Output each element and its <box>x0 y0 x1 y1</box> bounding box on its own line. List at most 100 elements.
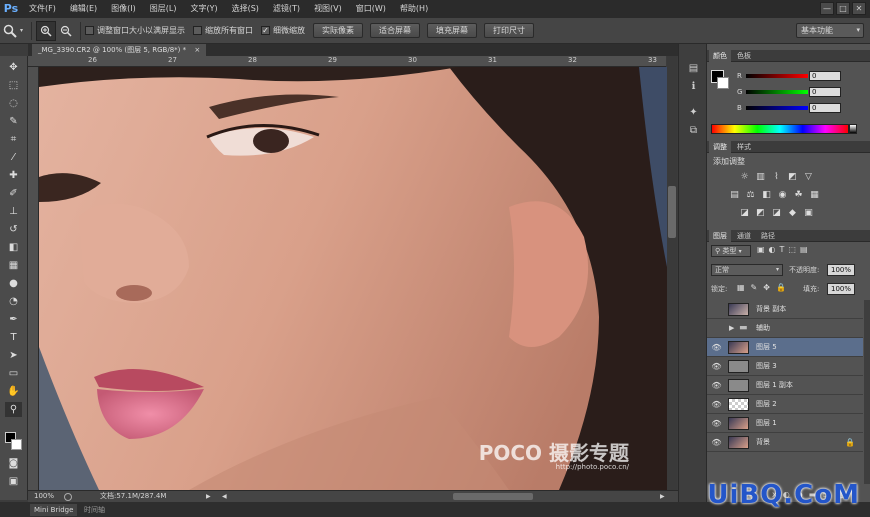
resize-windows-checkbox[interactable]: 调整窗口大小以满屏显示 <box>85 25 185 36</box>
path-select-tool-icon[interactable]: ➤ <box>5 348 22 363</box>
green-slider[interactable]: G 0 <box>737 87 867 97</box>
screen-mode-icon[interactable]: ▣ <box>5 474 22 489</box>
layer-row[interactable]: 👁 背景 🔒 <box>707 433 863 452</box>
gradient-map-icon[interactable]: ▣ <box>803 208 814 219</box>
expand-arrow-icon[interactable]: ▶ <box>729 319 734 338</box>
crop-tool-icon[interactable]: ⌗ <box>5 132 22 147</box>
visibility-toggle-off[interactable] <box>711 304 722 315</box>
scrubby-zoom-checkbox[interactable]: ✓ 细微缩放 <box>261 25 305 36</box>
background-color-chip[interactable] <box>717 77 729 89</box>
background-color-swatch[interactable] <box>11 439 22 450</box>
clone-source-panel-icon[interactable]: ⧉ <box>686 124 701 137</box>
eyedropper-tool-icon[interactable]: ⁄ <box>5 150 22 165</box>
zoom-in-icon[interactable] <box>36 20 57 41</box>
preset-dropdown-arrow-icon[interactable]: ▾ <box>20 27 23 34</box>
fit-screen-button[interactable]: 适合屏幕 <box>370 23 421 38</box>
red-track[interactable] <box>746 74 808 78</box>
menu-edit[interactable]: 编辑(E) <box>63 0 104 18</box>
gradient-tool-icon[interactable]: ▦ <box>5 258 22 273</box>
document-tab[interactable]: _MG_3390.CR2 @ 100% (图层 5, RGB/8*) * × <box>32 44 207 56</box>
quick-select-tool-icon[interactable]: ✎ <box>5 114 22 129</box>
eye-icon[interactable]: 👁 <box>711 380 722 391</box>
pen-tool-icon[interactable]: ✒ <box>5 312 22 327</box>
levels-icon[interactable]: ▥ <box>755 172 766 183</box>
status-arrow-icon[interactable]: ▶ <box>206 491 211 502</box>
red-value[interactable]: 0 <box>809 71 841 81</box>
blue-slider[interactable]: B 0 <box>737 103 867 113</box>
actual-pixels-button[interactable]: 实际像素 <box>313 23 364 38</box>
visibility-toggle-off[interactable] <box>711 323 722 334</box>
lock-icons[interactable]: ▦✎✥🔒 <box>737 283 792 292</box>
horizontal-scrollbar-thumb[interactable] <box>453 493 533 500</box>
fill-input[interactable]: 100% <box>827 283 855 295</box>
layer-row-selected[interactable]: 👁 图层 5 <box>707 338 863 357</box>
eye-icon[interactable]: 👁 <box>711 418 722 429</box>
checkbox-box[interactable] <box>85 26 95 35</box>
red-slider[interactable]: R 0 <box>737 71 867 81</box>
type-tool-icon[interactable]: T <box>5 330 22 345</box>
tab-close-icon[interactable]: × <box>194 46 200 54</box>
color-lookup-icon[interactable]: ▦ <box>809 190 820 201</box>
eye-icon[interactable]: 👁 <box>711 361 722 372</box>
history-panel-icon[interactable]: ▤ <box>686 62 701 75</box>
menu-view[interactable]: 视图(V) <box>307 0 349 18</box>
selective-color-icon[interactable]: ◆ <box>787 208 798 219</box>
layer-row[interactable]: 👁 图层 1 <box>707 414 863 433</box>
healing-brush-tool-icon[interactable]: ✚ <box>5 168 22 183</box>
layer-row[interactable]: 👁 图层 2 <box>707 395 863 414</box>
zoom-tool-icon[interactable]: ⚲ <box>5 402 22 417</box>
layers-scrollbar[interactable] <box>864 300 870 484</box>
layer-row[interactable]: 👁 图层 1 副本 <box>707 376 863 395</box>
black-white-ramp[interactable] <box>849 124 857 134</box>
close-button[interactable]: ✕ <box>852 2 866 15</box>
menu-filter[interactable]: 滤镜(T) <box>266 0 307 18</box>
brightness-icon[interactable]: ☼ <box>739 172 750 183</box>
layer-filter-icons[interactable]: ▣◐T⬚▤ <box>757 245 812 254</box>
menu-window[interactable]: 窗口(W) <box>349 0 393 18</box>
menu-image[interactable]: 图像(I) <box>104 0 143 18</box>
menu-type[interactable]: 文字(Y) <box>183 0 224 18</box>
vertical-scrollbar[interactable] <box>667 56 677 490</box>
minimize-button[interactable]: — <box>820 2 834 15</box>
scroll-left-icon[interactable]: ◀ <box>222 491 227 502</box>
checkbox-box-checked[interactable]: ✓ <box>261 26 271 35</box>
history-brush-tool-icon[interactable]: ↺ <box>5 222 22 237</box>
exposure-icon[interactable]: ◩ <box>787 172 798 183</box>
threshold-icon[interactable]: ◪ <box>771 208 782 219</box>
menu-select[interactable]: 选择(S) <box>225 0 266 18</box>
hue-saturation-icon[interactable]: ▤ <box>729 190 740 201</box>
zoom-tool-preset-icon[interactable] <box>0 21 20 41</box>
shape-tool-icon[interactable]: ▭ <box>5 366 22 381</box>
layer-filter-kind[interactable]: ⚲ 类型 ▾ <box>711 245 751 257</box>
hand-tool-icon[interactable]: ✋ <box>5 384 22 399</box>
blur-tool-icon[interactable]: ● <box>5 276 22 291</box>
green-track[interactable] <box>746 90 808 94</box>
menu-layer[interactable]: 图层(L) <box>143 0 184 18</box>
checkbox-box[interactable] <box>193 26 203 35</box>
mini-bridge-tab[interactable]: Mini Bridge <box>30 504 78 516</box>
timeline-tab[interactable]: 时间轴 <box>80 504 109 516</box>
posterize-icon[interactable]: ◩ <box>755 208 766 219</box>
tab-layers[interactable]: 图层 <box>709 230 731 242</box>
menu-help[interactable]: 帮助(H) <box>393 0 435 18</box>
blue-value[interactable]: 0 <box>809 103 841 113</box>
tab-swatches[interactable]: 色板 <box>733 50 755 62</box>
layer-row[interactable]: 背景 副本 <box>707 300 863 319</box>
clone-stamp-tool-icon[interactable]: ⊥ <box>5 204 22 219</box>
properties-panel-icon[interactable]: ℹ <box>686 80 701 93</box>
tab-styles[interactable]: 样式 <box>733 141 755 153</box>
marquee-tool-icon[interactable]: ⬚ <box>5 78 22 93</box>
workspace-select[interactable]: 基本功能 ▾ <box>796 23 864 38</box>
brush-tool-icon[interactable]: ✐ <box>5 186 22 201</box>
eye-icon[interactable]: 👁 <box>711 342 722 353</box>
vibrance-icon[interactable]: ▽ <box>803 172 814 183</box>
document-canvas[interactable]: POCO 摄影专题 http://photo.poco.cn/ <box>39 67 667 490</box>
eye-icon[interactable]: 👁 <box>711 399 722 410</box>
print-size-button[interactable]: 打印尺寸 <box>484 23 535 38</box>
blue-track[interactable] <box>746 106 808 110</box>
brush-panel-icon[interactable]: ✦ <box>686 106 701 119</box>
blend-mode-select[interactable]: 正常 ▾ <box>711 264 783 276</box>
zoom-out-icon[interactable] <box>56 21 76 41</box>
lasso-tool-icon[interactable]: ◌ <box>5 96 22 111</box>
scroll-right-icon[interactable]: ▶ <box>660 491 665 502</box>
